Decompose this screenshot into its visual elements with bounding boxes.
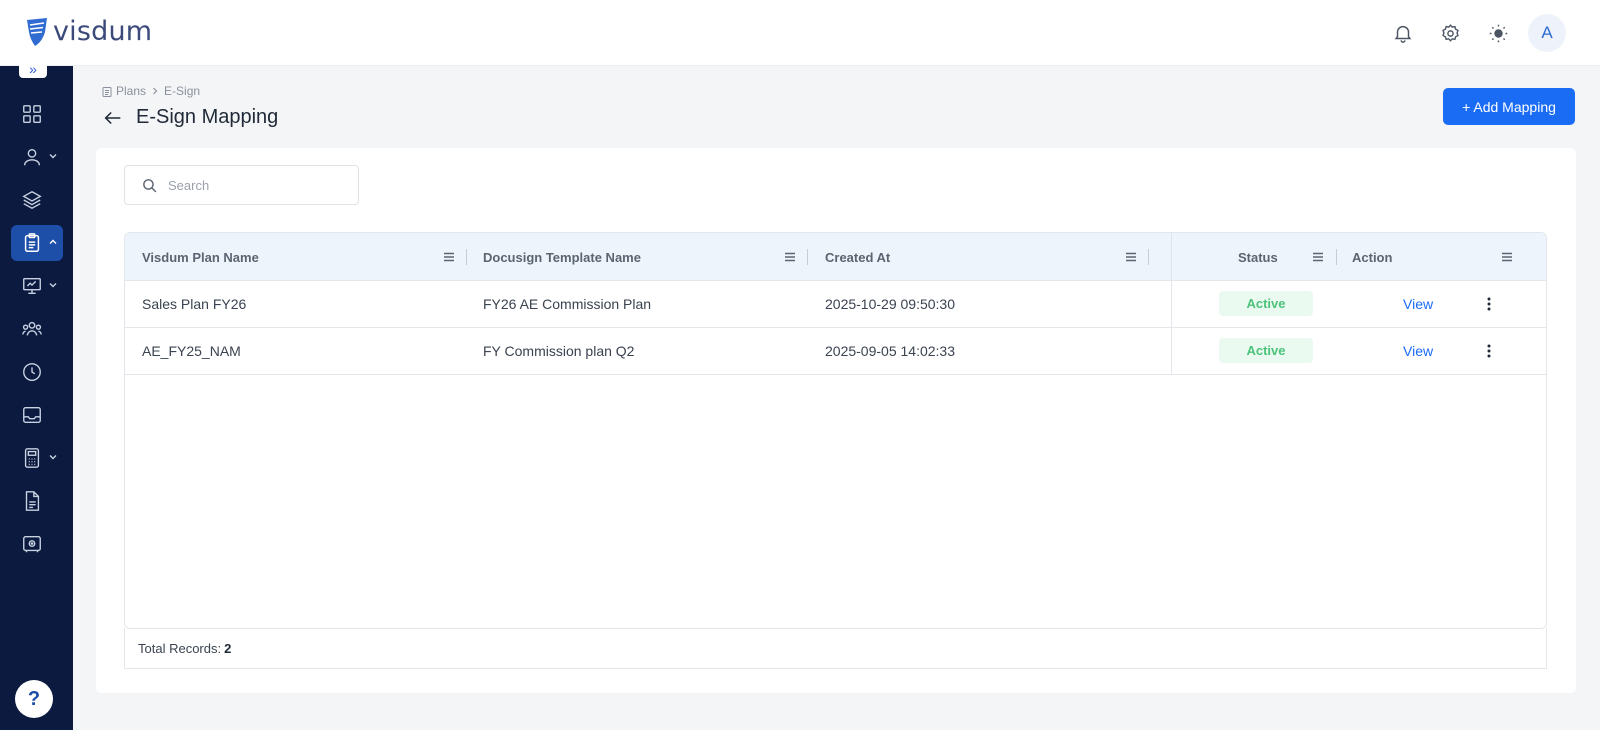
breadcrumb-plans[interactable]: Plans [116, 84, 146, 98]
column-resize-handle[interactable] [466, 249, 467, 265]
bell-icon [1394, 25, 1412, 43]
team-icon [22, 321, 42, 336]
column-header-plan-name[interactable]: Visdum Plan Name [142, 233, 259, 281]
column-resize-handle[interactable] [807, 249, 808, 265]
mapping-card: Visdum Plan Name Docusign Template Name … [96, 148, 1576, 693]
table-row[interactable]: Sales Plan FY26 FY26 AE Commission Plan … [125, 281, 1546, 328]
search-box [124, 165, 359, 205]
column-header-status[interactable]: Status [1238, 233, 1278, 281]
sidebar-item-documents[interactable] [11, 483, 63, 519]
row-actions-button[interactable] [1480, 295, 1498, 313]
top-header: visdum A [0, 0, 1600, 66]
column-menu-icon[interactable] [1500, 250, 1514, 264]
clipboard-icon [24, 233, 40, 252]
visdum-shield-icon [27, 17, 47, 46]
theme-toggle-button[interactable] [1478, 13, 1518, 53]
brand-name: visdum [53, 16, 153, 47]
sidebar-item-monitor[interactable] [11, 268, 63, 304]
view-link[interactable]: View [1403, 281, 1433, 327]
sidebar-item-inbox[interactable] [11, 397, 63, 433]
column-menu-icon[interactable] [783, 250, 797, 264]
column-header-created-at[interactable]: Created At [825, 233, 890, 281]
status-badge: Active [1219, 291, 1313, 316]
row-actions-button[interactable] [1480, 342, 1498, 360]
settings-button[interactable] [1430, 13, 1470, 53]
page-title-row: E-Sign Mapping [102, 106, 278, 129]
sidebar-item-plans[interactable] [11, 225, 63, 261]
layers-icon [22, 190, 42, 210]
column-header-template-name[interactable]: Docusign Template Name [483, 233, 641, 281]
sidebar-item-dashboard[interactable] [11, 96, 63, 132]
sun-icon [1489, 24, 1507, 42]
total-records-label: Total Records: [138, 640, 222, 656]
column-header-action[interactable]: Action [1352, 233, 1392, 281]
chevron-up-icon [49, 239, 57, 244]
status-badge: Active [1219, 338, 1313, 363]
help-button[interactable]: ? [15, 680, 53, 718]
document-icon [25, 491, 40, 511]
table-row[interactable]: AE_FY25_NAM FY Commission plan Q2 2025-0… [125, 328, 1546, 375]
template-name-cell: FY Commission plan Q2 [483, 343, 635, 359]
column-menu-icon[interactable] [1124, 250, 1138, 264]
chevron-down-icon [49, 283, 57, 288]
template-name-cell: FY26 AE Commission Plan [483, 296, 652, 312]
gear-icon [1441, 23, 1459, 42]
pinned-column-divider [1171, 233, 1172, 281]
back-arrow-icon[interactable] [102, 107, 124, 129]
table-footer: Total Records: 2 [124, 628, 1547, 669]
clipboard-small-icon [102, 86, 112, 97]
chevron-down-icon [49, 154, 57, 159]
inbox-icon [23, 406, 41, 424]
user-avatar[interactable]: A [1528, 14, 1566, 52]
column-resize-handle[interactable] [1336, 249, 1337, 265]
plan-name-cell: Sales Plan FY26 [142, 296, 247, 312]
calculator-icon [24, 448, 40, 468]
breadcrumb-esign: E-Sign [164, 84, 201, 98]
column-menu-icon[interactable] [1311, 250, 1325, 264]
column-resize-handle[interactable] [1148, 249, 1149, 265]
plan-name-cell: AE_FY25_NAM [142, 343, 241, 359]
user-icon [23, 148, 41, 166]
more-vertical-icon [1487, 344, 1491, 358]
safe-icon [23, 535, 41, 553]
search-input[interactable] [168, 177, 338, 193]
chevron-right-icon [153, 87, 158, 95]
created-at-cell: 2025-10-29 09:50:30 [825, 296, 955, 312]
visdum-logo[interactable]: visdum [24, 16, 152, 47]
dashboard-icon [23, 105, 41, 123]
table-header: Visdum Plan Name Docusign Template Name … [125, 233, 1546, 281]
sidebar-item-users[interactable] [11, 139, 63, 175]
sidebar-item-team[interactable] [11, 311, 63, 347]
sidebar: » ? [0, 60, 73, 730]
sidebar-item-layers[interactable] [11, 182, 63, 218]
mapping-table: Visdum Plan Name Docusign Template Name … [124, 232, 1547, 629]
column-menu-icon[interactable] [442, 250, 456, 264]
page-title: E-Sign Mapping [136, 106, 279, 128]
sidebar-item-history[interactable] [11, 354, 63, 390]
more-vertical-icon [1487, 297, 1491, 311]
view-link[interactable]: View [1403, 328, 1433, 374]
double-chevron-right-icon: » [29, 61, 37, 77]
created-at-cell: 2025-09-05 14:02:33 [825, 343, 955, 359]
sidebar-item-calculator[interactable] [11, 440, 63, 476]
chevron-down-icon [49, 455, 57, 460]
monitor-icon [23, 277, 41, 295]
search-icon [143, 178, 157, 192]
breadcrumb: Plans E-Sign [102, 84, 200, 98]
total-records-count: 2 [224, 640, 232, 656]
pinned-column-divider [1171, 281, 1172, 375]
clock-icon [23, 363, 41, 381]
sidebar-item-vault[interactable] [11, 526, 63, 562]
add-mapping-button[interactable]: + Add Mapping [1443, 88, 1575, 125]
notifications-button[interactable] [1383, 13, 1423, 53]
sidebar-expand-button[interactable]: » [19, 60, 47, 78]
